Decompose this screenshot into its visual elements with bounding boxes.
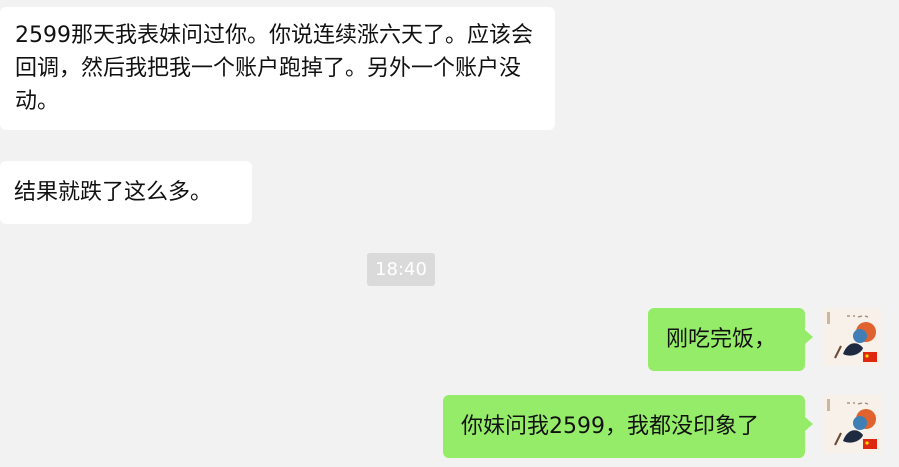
- message-text: 你妹问我2599，我都没印象了: [461, 414, 759, 439]
- user-avatar[interactable]: [823, 395, 881, 453]
- incoming-message-1[interactable]: 2599那天我表妹问过你。你说连续涨六天了。应该会回调，然后我把我一个账户跑掉了…: [0, 7, 555, 130]
- message-text: 结果就跌了这么多。: [14, 180, 213, 205]
- user-avatar[interactable]: [823, 308, 881, 366]
- outgoing-message-2[interactable]: 你妹问我2599，我都没印象了: [443, 395, 813, 458]
- message-text: 刚吃完饭，: [666, 327, 777, 352]
- message-text: 2599那天我表妹问过你。你说连续涨六天了。应该会回调，然后我把我一个账户跑掉了…: [15, 23, 533, 114]
- incoming-message-2[interactable]: 结果就跌了这么多。: [0, 161, 252, 224]
- timestamp-divider: 18:40: [367, 253, 435, 286]
- avatar-painting-icon: [823, 308, 881, 366]
- outgoing-message-1[interactable]: 刚吃完饭，: [648, 308, 813, 371]
- avatar-painting-icon: [823, 395, 881, 453]
